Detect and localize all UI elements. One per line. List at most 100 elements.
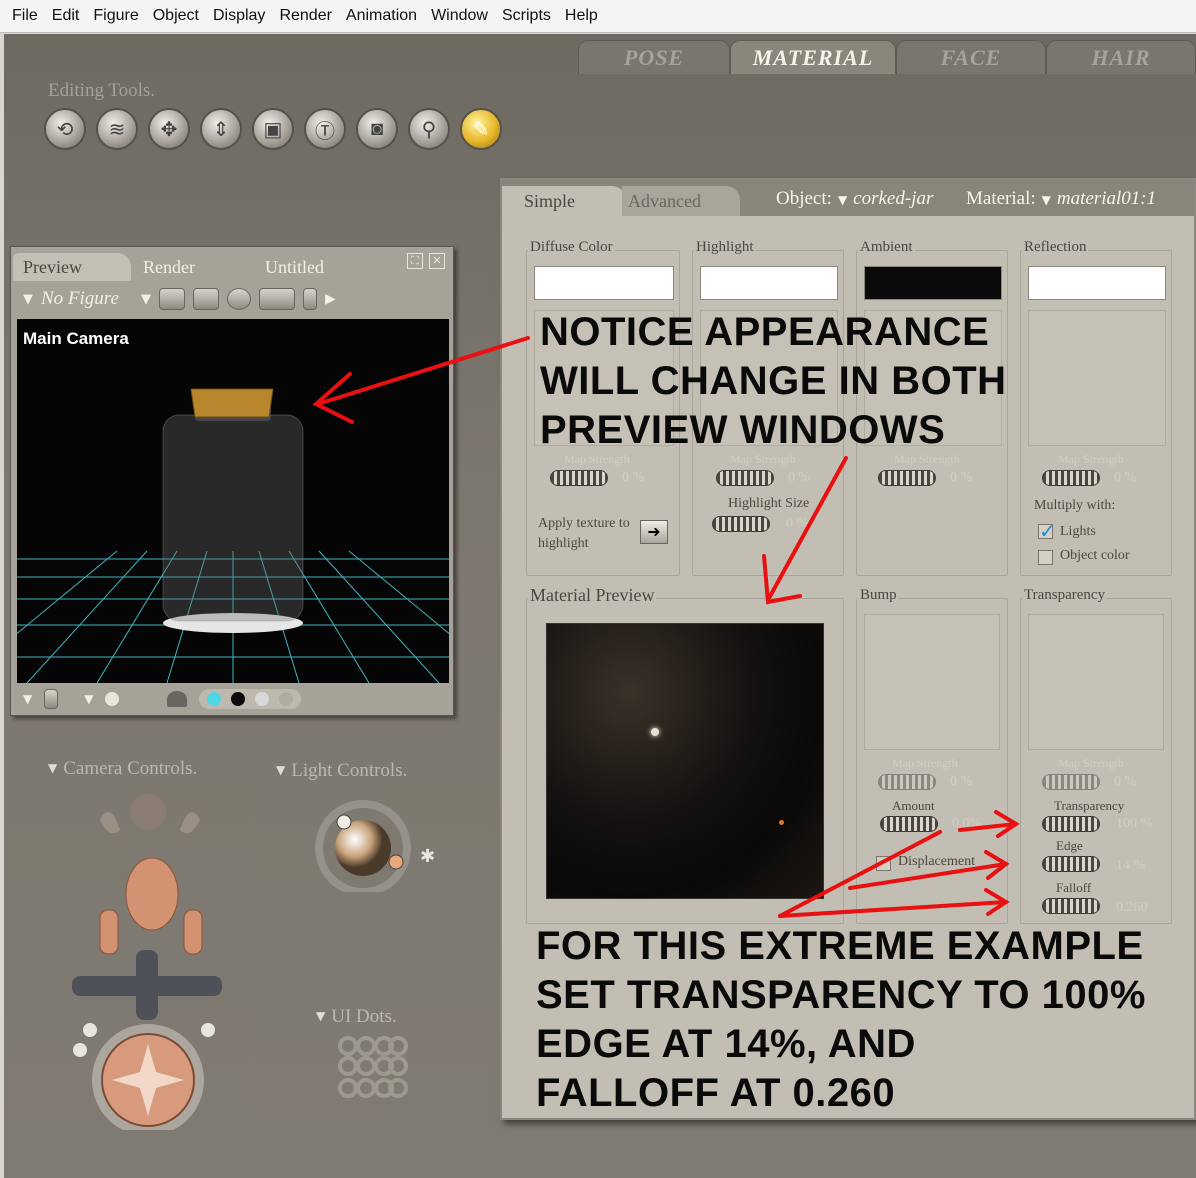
display-dot-cyan[interactable] — [207, 692, 222, 706]
balls-icon[interactable] — [131, 692, 155, 706]
trackball-vertical-icon[interactable] — [136, 950, 158, 1020]
menu-file[interactable]: File — [12, 7, 38, 25]
material-value[interactable]: material01:1 — [1057, 188, 1156, 209]
menu-display[interactable]: Display — [213, 7, 265, 25]
menu-animation[interactable]: Animation — [346, 7, 417, 25]
highlight-size-dial[interactable] — [712, 516, 770, 532]
ball-icon[interactable] — [105, 692, 120, 706]
dolly-dot-icon[interactable] — [83, 1023, 97, 1037]
translate-in-out-tool-button[interactable]: ⇕ — [200, 108, 242, 150]
ui-dots[interactable] — [336, 1034, 408, 1104]
toolbar-more-icon[interactable]: ▶ — [325, 291, 336, 307]
display-dot-black[interactable] — [231, 692, 246, 706]
menu-object[interactable]: Object — [153, 7, 199, 25]
bump-map-strength-dial[interactable] — [878, 774, 936, 790]
tab-untitled[interactable]: Untitled — [255, 253, 365, 281]
transparency-texture-box[interactable] — [1028, 614, 1164, 750]
element-dropdown-icon[interactable]: ▼ — [141, 292, 151, 307]
scale-tool-button[interactable]: ▣ — [252, 108, 294, 150]
menu-render[interactable]: Render — [279, 7, 331, 25]
menu-figure[interactable]: Figure — [93, 7, 138, 25]
object-selector[interactable]: Object: ▼ corked-jar — [776, 188, 933, 210]
left-hand-icon[interactable] — [100, 812, 120, 834]
face-camera-icon[interactable] — [130, 794, 166, 830]
material-selector[interactable]: Material: ▼ material01:1 — [966, 188, 1156, 210]
chain-break-tool-button[interactable]: ◙ — [356, 108, 398, 150]
menu-window[interactable]: Window — [431, 7, 488, 25]
display-dot-white[interactable] — [255, 692, 270, 706]
expand-icon[interactable]: ⛶ — [407, 253, 423, 269]
highlight-color-swatch[interactable] — [700, 266, 838, 300]
tab-material[interactable]: MATERIAL — [730, 40, 896, 74]
shadow-icon[interactable] — [167, 691, 188, 707]
transparency-map-strength-dial[interactable] — [1042, 774, 1100, 790]
displacement-checkbox[interactable] — [876, 856, 891, 871]
material-dropdown-icon[interactable]: ▼ — [1042, 193, 1051, 207]
tab-hair[interactable]: HAIR — [1046, 40, 1196, 74]
twist-tool-button[interactable]: ≋ — [96, 108, 138, 150]
reflection-map-strength-dial[interactable] — [1042, 470, 1100, 486]
light-controls[interactable]: ✱ — [308, 792, 448, 892]
head-camera-icon[interactable] — [125, 857, 179, 931]
ambient-map-strength-dial[interactable] — [878, 470, 936, 486]
translate-tool-button[interactable]: ✥ — [148, 108, 190, 150]
tab-preview[interactable]: Preview — [13, 253, 131, 281]
amount-dial[interactable] — [880, 816, 938, 832]
light-controls-label[interactable]: Light Controls. — [276, 760, 407, 782]
face-camera-icon[interactable] — [158, 288, 185, 310]
zoom-dot-icon[interactable] — [73, 1043, 87, 1057]
right-hand-icon[interactable] — [180, 812, 200, 834]
light-handle-1[interactable] — [336, 814, 352, 830]
reflection-color-swatch[interactable] — [1028, 266, 1166, 300]
tab-face[interactable]: FACE — [896, 40, 1046, 74]
flyaround-icon[interactable] — [226, 288, 251, 310]
taper-tool-button[interactable]: Ⓣ — [304, 108, 346, 150]
reflection-texture-box[interactable] — [1028, 310, 1166, 446]
camera-controls-label[interactable]: Camera Controls. — [48, 758, 197, 780]
diffuse-color-swatch[interactable] — [534, 266, 674, 300]
ui-dots-label[interactable]: UI Dots. — [316, 1006, 396, 1028]
annotation-bottom-line-2: SET TRANSPARENCY TO 100% — [536, 973, 1146, 1017]
tab-pose[interactable]: POSE — [578, 40, 730, 74]
diffuse-map-strength-dial[interactable] — [550, 470, 608, 486]
grouping-tool-button[interactable]: ✎ — [460, 108, 502, 150]
tab-advanced[interactable]: Advanced — [622, 186, 740, 216]
rotate-right-hand-icon[interactable] — [183, 909, 203, 955]
object-dropdown-icon[interactable]: ▼ — [838, 193, 847, 207]
scale-dot-icon[interactable] — [201, 1023, 215, 1037]
tab-render[interactable]: Render — [133, 253, 243, 281]
edge-dial[interactable] — [1042, 856, 1100, 872]
transparency-dial[interactable] — [1042, 816, 1100, 832]
figure-dropdown-icon[interactable]: ▼ — [23, 292, 33, 307]
close-icon[interactable]: ✕ — [429, 253, 445, 269]
tab-simple[interactable]: Simple — [502, 186, 626, 216]
object-value[interactable]: corked-jar — [853, 188, 933, 209]
bump-texture-box[interactable] — [864, 614, 1000, 750]
apply-texture-button[interactable]: ➜ — [640, 520, 668, 544]
camera-controls[interactable] — [60, 790, 240, 1130]
highlight-map-strength-dial[interactable] — [716, 470, 774, 486]
figure-select[interactable]: No Figure — [41, 288, 119, 310]
rotate-tool-button[interactable]: ⟲ — [44, 108, 86, 150]
lights-checkbox[interactable] — [1038, 519, 1056, 543]
falloff-dial[interactable] — [1042, 898, 1100, 914]
move-y-icon[interactable] — [302, 288, 317, 310]
menu-help[interactable]: Help — [565, 7, 598, 25]
object-color-checkbox[interactable] — [1038, 550, 1053, 565]
move-xz-icon[interactable] — [258, 288, 295, 310]
paper-icon[interactable] — [44, 689, 59, 709]
material-preview-sphere[interactable] — [546, 623, 824, 899]
annotation-bottom-line-4: FALLOFF AT 0.260 — [536, 1071, 896, 1115]
menu-scripts[interactable]: Scripts — [502, 7, 551, 25]
menu-edit[interactable]: Edit — [52, 7, 80, 25]
hand-camera-icon[interactable] — [192, 288, 219, 310]
paper-dropdown-icon[interactable]: ▼ — [23, 692, 32, 706]
color-tool-button[interactable]: ⚲ — [408, 108, 450, 150]
bg-dropdown-icon[interactable]: ▼ — [84, 692, 93, 706]
display-dot-grey[interactable] — [279, 692, 294, 706]
light-handle-2[interactable] — [388, 854, 404, 870]
ambient-color-swatch[interactable] — [864, 266, 1002, 300]
rotate-left-hand-icon[interactable] — [99, 909, 119, 955]
light-properties-icon[interactable]: ✱ — [420, 846, 435, 867]
document-viewport[interactable]: Main Camera — [17, 319, 449, 683]
